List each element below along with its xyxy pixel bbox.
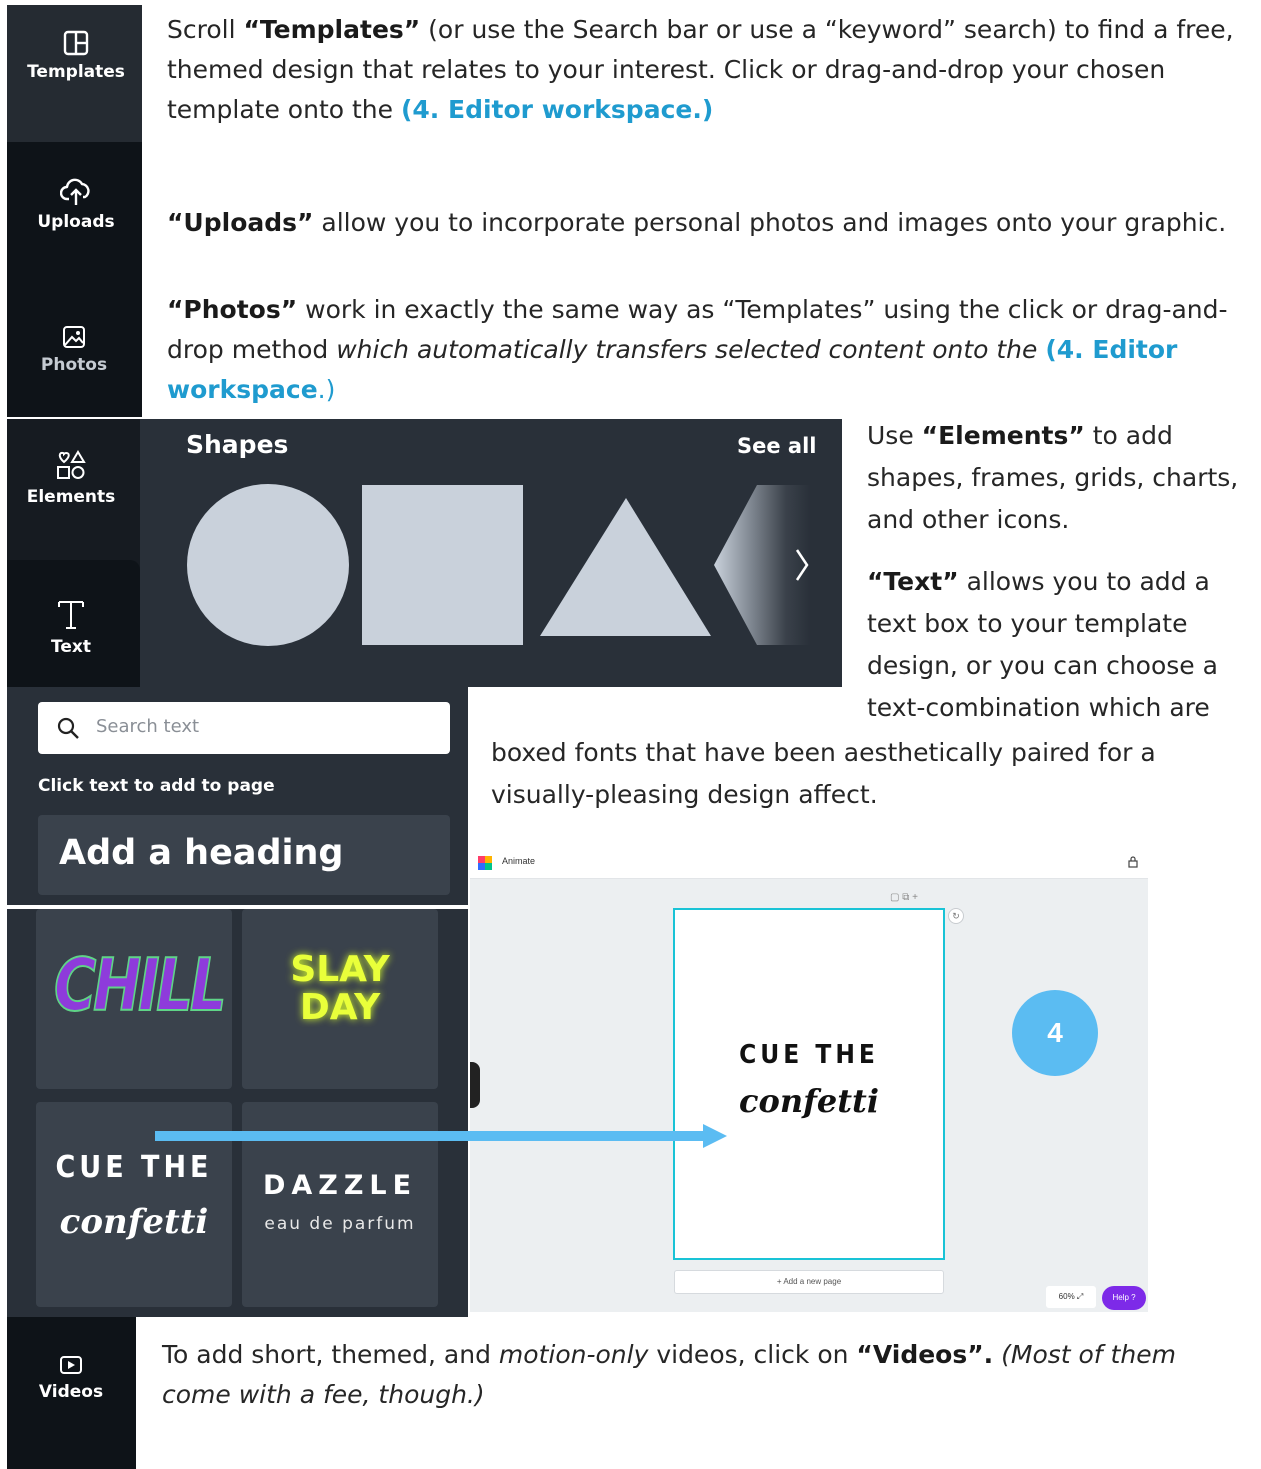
sidebar-item-text[interactable]: Text: [0, 597, 142, 657]
text-description-part1: “Text” allows you to add a text box to y…: [867, 567, 1218, 722]
sidebar-item-label: Uploads: [37, 212, 115, 232]
see-all-link[interactable]: See all: [737, 434, 817, 458]
editor-workspace-link: (4. Editor workspace.): [400, 95, 714, 124]
search-placeholder: Search text: [96, 716, 200, 737]
step-badge: 4: [1012, 990, 1098, 1076]
uploads-description: “Uploads” allow you to incorporate perso…: [167, 208, 1227, 237]
page-tools[interactable]: ▢ ⧉ +: [890, 892, 918, 903]
refresh-icon[interactable]: ↻: [948, 908, 964, 924]
triangle-shape[interactable]: [540, 498, 711, 636]
sidebar-item-templates[interactable]: Templates: [5, 30, 147, 82]
sidebar-item-photos[interactable]: Photos: [3, 325, 145, 375]
lock-icon[interactable]: [1128, 856, 1138, 868]
sidebar-item-label: Templates: [27, 62, 125, 82]
shapes-heading: Shapes: [186, 430, 289, 459]
slay-day-text: SLAY DAY: [290, 949, 390, 1028]
sidebar-item-label: Elements: [26, 487, 116, 507]
page-cue-the-text: CUE THE: [739, 1040, 879, 1070]
video-icon: [60, 1356, 82, 1374]
editor-topbar: Animate: [470, 848, 1148, 879]
add-new-page-button[interactable]: + Add a new page: [674, 1270, 944, 1294]
editor-page[interactable]: CUE THE confetti: [673, 908, 945, 1260]
editor-workspace: Animate ▢ ⧉ + ↻ CUE THE confetti + Add a…: [470, 848, 1148, 1312]
help-button[interactable]: Help ?: [1102, 1286, 1146, 1310]
elements-description: Use “Elements” to add shapes, frames, gr…: [867, 421, 1239, 534]
search-icon: [57, 717, 79, 739]
text-icon: [58, 601, 84, 629]
click-text-hint: Click text to add to page: [38, 776, 275, 796]
templates-description: Scroll “Templates” (or use the Search ba…: [167, 15, 1234, 124]
sidebar-item-elements[interactable]: Elements: [0, 449, 142, 507]
photos-description: “Photos” work in exactly the same way as…: [167, 295, 1228, 404]
cloud-upload-icon: [60, 178, 90, 205]
shapes-row: [187, 484, 810, 646]
confetti-text: confetti: [59, 1202, 209, 1242]
hexagon-shape[interactable]: [714, 485, 810, 645]
circle-shape[interactable]: [187, 484, 349, 646]
add-heading-button[interactable]: Add a heading: [38, 815, 450, 895]
zoom-value: 60%: [1058, 1292, 1075, 1301]
editor-left-handle[interactable]: [470, 1062, 480, 1108]
sidebar-item-uploads[interactable]: Uploads: [5, 178, 147, 232]
editor-title: Animate: [502, 856, 536, 866]
canva-logo-icon: [478, 856, 492, 870]
text-combo-chill[interactable]: CHILL: [36, 909, 232, 1089]
sidebar-item-videos[interactable]: Videos: [0, 1354, 142, 1402]
page-confetti-text: confetti: [739, 1082, 879, 1120]
dazzle-text: DAZZLE: [262, 1170, 418, 1201]
sidebar-item-label: Photos: [40, 355, 108, 375]
cue-the-text: CUE THE: [55, 1150, 213, 1185]
text-combo-slay-day[interactable]: SLAY DAY: [242, 909, 438, 1089]
image-icon: [63, 326, 85, 348]
sidebar-item-label: Videos: [38, 1382, 104, 1402]
add-heading-label: Add a heading: [59, 833, 344, 873]
square-shape[interactable]: [362, 485, 523, 645]
eau-de-parfum-text: eau de parfum: [264, 1214, 416, 1234]
videos-description: To add short, themed, and motion-only vi…: [162, 1340, 1176, 1409]
expand-icon: ⤢: [1076, 1292, 1084, 1301]
zoom-control[interactable]: 60% ⤢: [1046, 1286, 1096, 1308]
chill-text: CHILL: [53, 942, 227, 1028]
search-text-input[interactable]: Search text: [38, 702, 450, 754]
drag-arrow: [155, 1124, 727, 1148]
sidebar-item-label: Text: [51, 637, 91, 657]
elements-icon: [57, 450, 86, 479]
templates-icon: [63, 30, 89, 56]
text-description-part2: boxed fonts that have been aesthetically…: [491, 738, 1156, 809]
